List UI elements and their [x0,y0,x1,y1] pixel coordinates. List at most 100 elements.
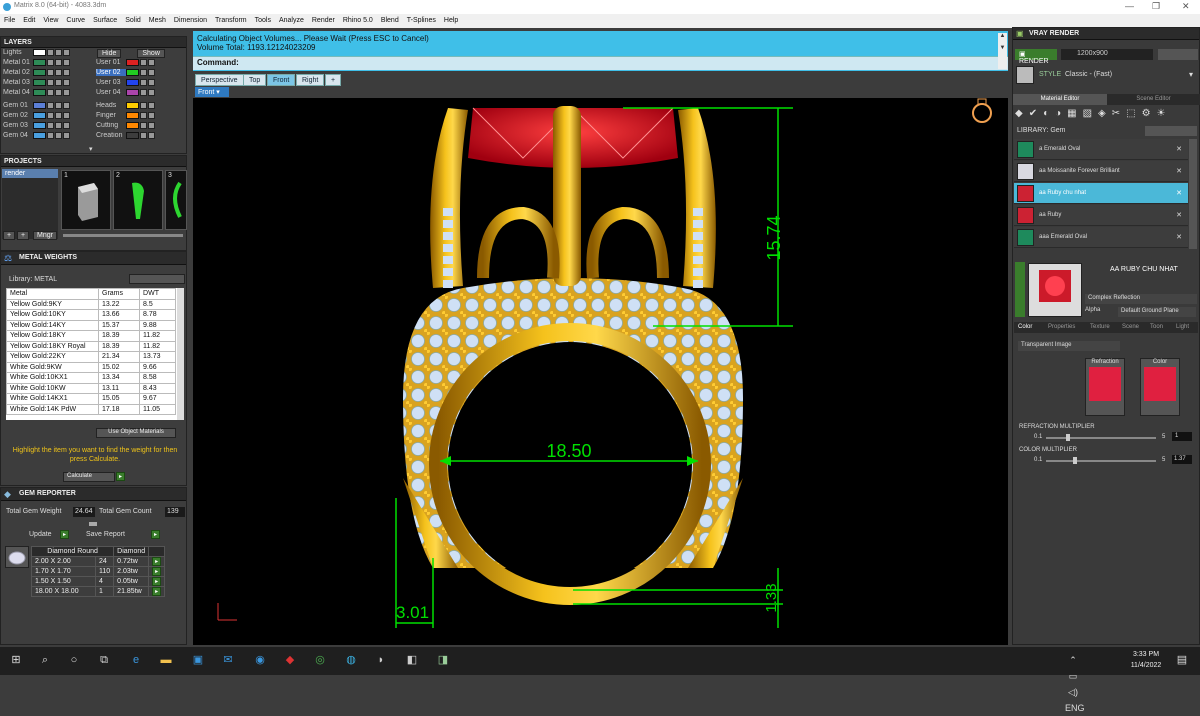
lock-icon[interactable] [140,69,147,76]
menu-transform[interactable]: Transform [211,14,251,24]
close-button[interactable]: ✕ [1182,1,1190,12]
table-row[interactable]: 2.00 X 2.00 24 0.72tw ▸ [31,556,166,567]
menu-curve[interactable]: Curve [62,14,89,24]
lock-icon[interactable] [140,122,147,129]
table-row[interactable]: Yellow Gold:9KY 13.22 8.5 [6,298,176,310]
close-icon[interactable]: ✕ [1176,211,1182,219]
tab-perspective[interactable]: Perspective [195,74,244,86]
layer-row[interactable]: Lights [3,49,70,58]
lock-icon[interactable] [47,59,54,66]
color-slider-thumb[interactable] [1073,457,1077,464]
menu-analyze[interactable]: Analyze [275,14,308,24]
select-gem-icon[interactable]: ▸ [152,567,162,576]
user-layer-row[interactable]: Heads [96,102,155,111]
tab-material-editor[interactable]: Material Editor [1013,94,1107,105]
user-layer-row[interactable]: Finger [96,112,155,121]
command-input[interactable] [241,57,996,69]
layer-option-icon[interactable] [63,89,70,96]
user-layer-row[interactable]: User 01 [96,59,155,68]
visibility-icon[interactable] [148,79,155,86]
layer-row[interactable]: Metal 03 [3,79,70,88]
layer-color-swatch[interactable] [126,69,139,76]
layer-color-swatch[interactable] [33,112,46,119]
visibility-icon[interactable] [55,69,62,76]
material-list-item[interactable]: aa Moissanite Forever Brilliant ✕ [1014,161,1188,182]
lock-icon[interactable] [140,79,147,86]
lock-icon[interactable] [47,112,54,119]
use-object-materials-toggle[interactable]: Use Object Materials [96,428,176,438]
layer-option-icon[interactable] [63,132,70,139]
color-slider[interactable] [1046,460,1156,462]
style-value[interactable]: Classic - (Fast) [1065,71,1112,78]
tab-add[interactable]: + [325,74,342,86]
app-icon-gray[interactable]: ◧ [404,652,420,668]
rhino-icon[interactable]: ◗ [373,652,389,668]
lock-icon[interactable] [140,59,147,66]
project-slot-1[interactable]: 1 [61,170,111,230]
layer-row[interactable]: Gem 01 [3,102,70,111]
material-list-item[interactable]: aaa Emerald Oval ✕ [1014,227,1188,248]
close-icon[interactable]: ✕ [1176,167,1182,175]
save-go-icon[interactable]: ▸ [151,530,160,539]
layer-option-icon[interactable] [63,102,70,109]
color-swatch[interactable]: Color [1140,358,1180,416]
visibility-icon[interactable] [55,49,62,56]
render-options[interactable] [1158,49,1198,60]
splitter-handle[interactable] [89,522,97,526]
menu-help[interactable]: Help [440,14,462,24]
refraction-value[interactable]: 1 [1172,432,1192,441]
visibility-icon[interactable] [55,79,62,86]
subtab-texture[interactable]: Texture [1090,324,1110,330]
layer-row[interactable]: Metal 02 [3,69,70,78]
layer-color-swatch[interactable] [126,132,139,139]
lock-icon[interactable] [47,69,54,76]
menu-edit[interactable]: Edit [19,14,39,24]
app-icon-green[interactable]: ◨ [435,652,451,668]
visibility-icon[interactable] [148,122,155,129]
table-row[interactable]: Yellow Gold:22KY 21.34 13.73 [6,351,176,363]
edge-icon[interactable]: e [128,652,144,668]
add-button-2[interactable]: + [17,231,29,240]
chevron-down-icon[interactable]: ▾ [1189,70,1193,79]
update-go-icon[interactable]: ▸ [60,530,69,539]
add-project-button[interactable]: + [3,231,15,240]
layer-color-swatch[interactable] [126,122,139,129]
user-layer-row[interactable]: User 02 [96,69,155,78]
subtab-color[interactable]: Color [1018,324,1032,330]
table-row[interactable]: Yellow Gold:18KY Royal 18.39 11.82 [6,340,176,352]
menu-tsplines[interactable]: T-Splines [403,14,440,24]
library-controls[interactable] [129,274,185,284]
layer-color-swatch[interactable] [126,79,139,86]
layer-color-swatch[interactable] [126,59,139,66]
show-button[interactable]: Show [137,49,165,58]
lock-icon[interactable] [140,89,147,96]
close-icon[interactable]: ✕ [1176,189,1182,197]
table-row[interactable]: 18.00 X 18.00 1 21.85tw ▸ [31,586,166,597]
table-row[interactable]: White Gold:9KW 15.02 9.66 [6,361,176,373]
tab-front[interactable]: Front [267,74,296,86]
zalo-icon[interactable]: ◉ [252,652,268,668]
col-dwt[interactable]: DWT [139,288,176,300]
file-explorer-icon[interactable]: ▬ [158,652,174,668]
project-slot-3[interactable]: 3 [165,170,187,230]
table-row[interactable]: 1.70 X 1.70 110 2.03tw ▸ [31,566,166,577]
refraction-slider-thumb[interactable] [1066,434,1070,441]
subtab-scene[interactable]: Scene [1122,324,1139,330]
refraction-slider[interactable] [1046,437,1156,439]
material-list-item[interactable]: a Emerald Oval ✕ [1014,139,1188,160]
visibility-icon[interactable] [148,102,155,109]
select-gem-icon[interactable]: ▸ [152,587,162,596]
visibility-icon[interactable] [55,59,62,66]
layer-color-swatch[interactable] [33,132,46,139]
project-slot-2[interactable]: 2 [113,170,163,230]
mngr-button[interactable]: Mngr [33,231,57,240]
user-layer-row[interactable]: Cutting [96,122,155,131]
layer-row[interactable]: Gem 02 [3,112,70,121]
table-row[interactable]: White Gold:14KX1 15.05 9.67 [6,393,176,405]
lock-icon[interactable] [47,122,54,129]
layer-color-swatch[interactable] [33,102,46,109]
visibility-icon[interactable] [148,112,155,119]
calculate-go-icon[interactable]: ▸ [116,472,125,481]
lock-icon[interactable] [47,49,54,56]
layer-option-icon[interactable] [63,79,70,86]
